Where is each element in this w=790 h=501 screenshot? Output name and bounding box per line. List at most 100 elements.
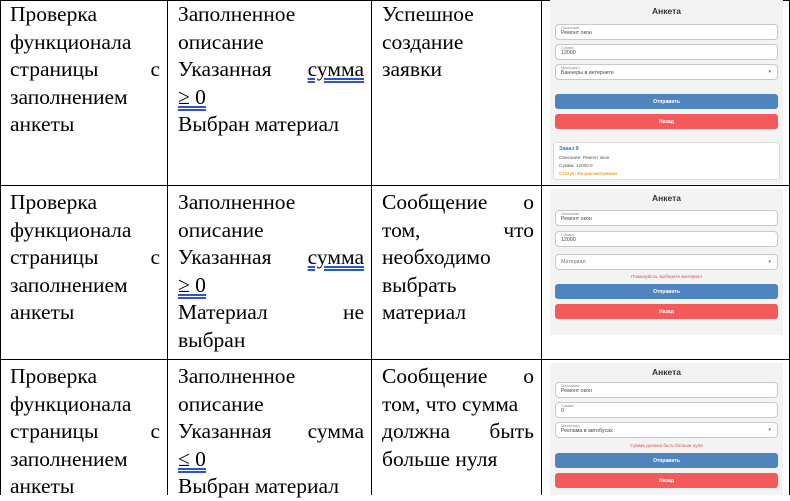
expected-text: быть [489, 419, 534, 443]
input-text: Материал [178, 300, 268, 324]
submit-label: Отправить [653, 98, 680, 105]
input-text: ≤ 0 [178, 446, 206, 471]
submit-button[interactable]: Отправить [555, 453, 778, 468]
submit-label: Отправить [653, 457, 680, 464]
input-text: ≥ 0 [178, 84, 206, 109]
order-card: Заказ 9 Описание: Ремонт окон Сумма: 120… [553, 142, 780, 180]
row-divider-1 [0, 185, 790, 186]
test-text: страницы [10, 419, 99, 443]
row2-expected-cell: Сообщение о том, что необходимо выбрать ма… [382, 189, 534, 327]
input-text: Заполненное [178, 364, 296, 388]
expected-text: материал [382, 300, 467, 324]
input-text: Заполненное [178, 190, 296, 214]
order-sum: Сумма: 12000.0 [559, 163, 593, 168]
test-text: с [150, 419, 160, 443]
chevron-down-icon: ▾ [768, 427, 771, 433]
row3-test-cell: Проверка функционала страницы с заполнени… [10, 363, 160, 501]
expected-text: том, что сумма [382, 391, 519, 416]
input-text: описание [178, 29, 264, 54]
row2-input-cell: Заполненное описание Указанная сумма ≥ 0 … [178, 189, 364, 354]
order-description: Описание: Ремонт окон [559, 155, 610, 160]
sum-field[interactable]: Сумма 12000 [555, 44, 778, 60]
form-title: Анкета [651, 6, 682, 16]
order-title: Заказ 9 [559, 146, 579, 152]
expected-text: заявки [382, 57, 443, 81]
description-field[interactable]: Описание Ремонт окон [555, 382, 778, 398]
test-text: анкеты [10, 474, 75, 498]
expected-text: Сообщение [382, 190, 488, 214]
test-text: функционала [10, 391, 132, 416]
input-text: сумма [307, 57, 364, 81]
expected-text: том, [382, 217, 421, 242]
input-text: Выбран материал [178, 112, 339, 136]
test-text: Проверка [10, 190, 98, 214]
row-divider-2 [0, 359, 790, 360]
input-text: Указанная сумма [178, 419, 364, 443]
test-text: анкеты [10, 300, 75, 324]
input-text: не [342, 300, 364, 324]
input-text: выбран [178, 327, 246, 352]
test-text: заполнением [10, 446, 128, 471]
row1-input-cell: Заполненное описание Указанная сумма ≥ 0 … [178, 1, 364, 139]
table-border-left [0, 0, 1, 495]
expected-text: создание [382, 29, 464, 54]
chevron-down-icon: ▾ [768, 259, 771, 265]
material-select[interactable]: Материал Реклама в автобусах ▾ [555, 422, 778, 438]
test-text: функционала [10, 217, 132, 242]
sum-field[interactable]: Сумма 0 [555, 402, 778, 418]
screenshot-success: Анкета Описание Ремонт окон Сумма 12000 … [550, 0, 783, 184]
field-value: Реклама в автобусах [561, 428, 613, 434]
submit-button[interactable]: Отправить [555, 284, 778, 299]
sum-field[interactable]: Сумма 12000 [555, 231, 778, 247]
back-button[interactable]: Назад [555, 473, 778, 488]
field-value: Баннеры в интернете [561, 70, 614, 76]
test-text: функционала [10, 29, 132, 54]
field-value: 0 [561, 408, 564, 414]
row2-test-cell: Проверка функционала страницы с заполнени… [10, 189, 160, 327]
back-button[interactable]: Назад [555, 304, 778, 319]
test-text: заполнением [10, 272, 128, 297]
material-select[interactable]: Материал Баннеры в интернете ▾ [555, 64, 778, 80]
screenshot-zero-sum: Анкета Описание Ремонт окон Сумма 0 Мате… [550, 363, 783, 495]
row1-expected-cell: Успешное создание заявки [382, 1, 534, 84]
test-text: страницы [10, 245, 99, 269]
expected-text: о [523, 364, 534, 388]
field-value: Ремонт окон [561, 30, 592, 36]
input-text: ≥ 0 [178, 272, 206, 297]
form-title: Анкета [651, 193, 682, 203]
expected-text: необходимо [382, 245, 491, 269]
field-value: Ремонт окон [561, 388, 592, 394]
material-select[interactable]: Материал ▾ [555, 254, 778, 270]
input-text: описание [178, 391, 264, 416]
back-label: Назад [659, 118, 674, 125]
chevron-down-icon: ▾ [768, 69, 771, 75]
description-field[interactable]: Описание Ремонт окон [555, 210, 778, 226]
input-text: Указанная [178, 245, 272, 269]
input-text: Выбран материал [178, 474, 339, 498]
input-text: Заполненное [178, 2, 296, 26]
row3-expected-cell: Сообщение о том, что сумма должна быть бол… [382, 363, 534, 473]
description-field[interactable]: Описание Ремонт окон [555, 24, 778, 40]
input-text: сумма [307, 245, 364, 269]
test-text: Проверка [10, 364, 98, 388]
input-text: описание [178, 217, 264, 242]
col-divider-2 [371, 0, 372, 495]
screenshot-no-material: Анкета Описание Ремонт окон Сумма 12000 … [550, 189, 783, 335]
expected-text: о [523, 190, 534, 214]
back-button[interactable]: Назад [555, 114, 778, 129]
col-divider-3 [541, 0, 542, 495]
test-text: с [150, 245, 160, 269]
back-label: Назад [659, 308, 674, 315]
form-title: Анкета [651, 367, 682, 377]
expected-text: Успешное [382, 2, 474, 26]
expected-text: Сообщение [382, 364, 488, 388]
field-value: Ремонт окон [561, 216, 592, 222]
expected-text: должна [382, 419, 451, 443]
expected-text: выбрать [382, 272, 457, 297]
input-text: Указанная [178, 57, 272, 81]
expected-text: что [503, 217, 534, 242]
submit-button[interactable]: Отправить [555, 94, 778, 109]
row1-test-cell: Проверка функционала страницы с заполнени… [10, 1, 160, 139]
submit-label: Отправить [653, 288, 680, 295]
expected-text: больше нуля [382, 446, 498, 471]
